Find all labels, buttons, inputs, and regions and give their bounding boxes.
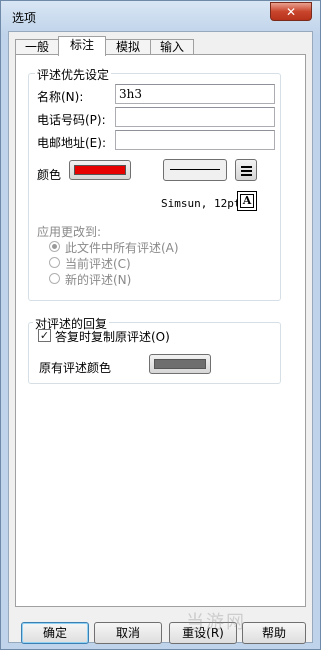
orig-color-swatch: [154, 359, 206, 369]
apply-current-radio[interactable]: [49, 257, 60, 268]
phone-label: 电话号码(P):: [37, 113, 106, 127]
color-label: 颜色: [37, 168, 62, 182]
orig-color-button[interactable]: [149, 354, 211, 374]
copy-original-label[interactable]: 答复时复制原评述(O): [55, 328, 170, 345]
phone-field[interactable]: [115, 107, 275, 127]
tab-label: 输入: [159, 40, 184, 54]
reply-group: 对评述的回复 ✓ 答复时复制原评述(O) 原有评述颜色: [28, 315, 281, 384]
font-button[interactable]: A: [237, 191, 257, 211]
apply-all-label[interactable]: 此文件中所有评述(A): [65, 239, 179, 256]
tab-label: 一般: [24, 40, 49, 54]
title-bar[interactable]: 选项 ✕: [1, 1, 320, 31]
color-swatch: [74, 165, 126, 175]
apply-all-radio[interactable]: [49, 241, 60, 252]
close-icon: ✕: [285, 4, 297, 19]
lines-icon: [241, 166, 252, 176]
orig-color-label: 原有评述颜色: [39, 361, 112, 375]
line-style-button[interactable]: [163, 159, 227, 181]
tab-input[interactable]: 输入: [150, 39, 194, 55]
name-label: 名称(N):: [37, 90, 84, 104]
name-field[interactable]: 3h3: [115, 84, 275, 104]
font-display: Simsun, 12pt: [161, 197, 241, 210]
apply-new-label[interactable]: 新的评述(N): [65, 271, 131, 288]
help-button[interactable]: 帮助: [242, 622, 306, 644]
copy-original-checkbox[interactable]: ✓: [38, 329, 51, 342]
tab-simulation[interactable]: 模拟: [105, 39, 151, 55]
tab-label: 标注: [69, 38, 94, 52]
email-label: 电邮地址(E):: [37, 136, 106, 150]
apply-label: 应用更改到:: [37, 225, 102, 239]
tab-label: 模拟: [115, 40, 140, 54]
close-button[interactable]: ✕: [270, 2, 312, 21]
ok-button[interactable]: 确定: [21, 622, 89, 644]
email-field[interactable]: [115, 130, 275, 150]
cancel-button[interactable]: 取消: [94, 622, 162, 644]
annotation-panel: 评述优先设定 名称(N): 3h3 电话号码(P): 电邮地址(E): 颜色 S…: [15, 54, 306, 607]
dialog-client: 一般 标注 模拟 输入 评述优先设定 名称(N): 3h3 电话号码(P): 电…: [8, 31, 313, 644]
apply-new-radio[interactable]: [49, 273, 60, 284]
comment-prefs-group: 评述优先设定 名称(N): 3h3 电话号码(P): 电邮地址(E): 颜色 S…: [28, 66, 281, 301]
tab-general[interactable]: 一般: [15, 39, 59, 55]
watermark: 当游网: [186, 612, 246, 633]
comment-prefs-legend: 评述优先设定: [35, 66, 112, 83]
color-picker-button[interactable]: [69, 160, 131, 180]
window-title: 选项: [12, 11, 37, 25]
line-weight-button[interactable]: [235, 159, 257, 181]
options-dialog: 选项 ✕ 一般 标注 模拟 输入 评述优先设定 名称(N): 3h3 电话号码(…: [0, 0, 321, 650]
tab-annotation[interactable]: 标注: [58, 36, 106, 56]
apply-current-label[interactable]: 当前评述(C): [65, 255, 131, 272]
line-style-preview: [170, 169, 220, 170]
font-icon: A: [240, 194, 254, 208]
